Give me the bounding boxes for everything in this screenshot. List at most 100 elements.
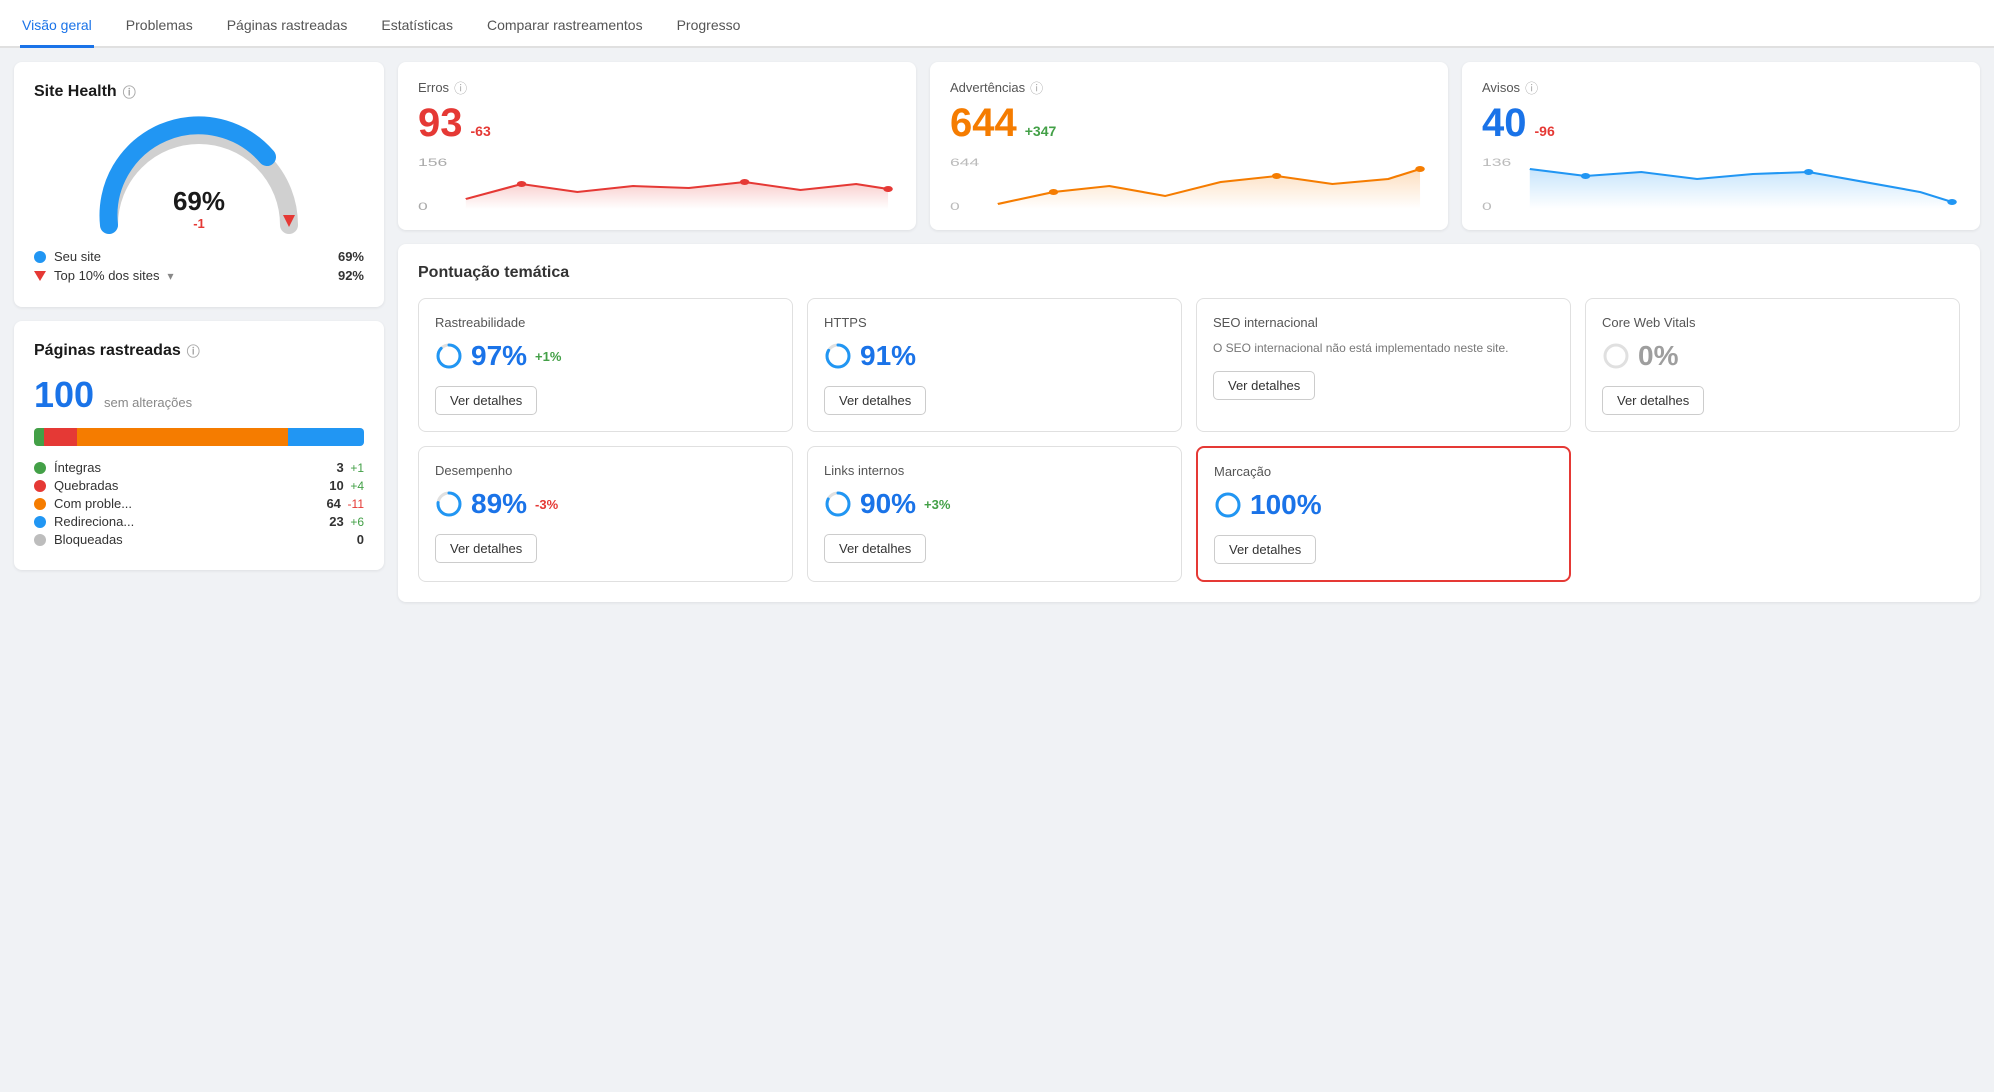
erros-sparkline: 156 0 (418, 154, 896, 214)
marcacao-title: Marcação (1214, 464, 1553, 479)
avisos-info-icon[interactable]: ⓘ (1525, 78, 1538, 97)
svg-text:69%: 69% (173, 186, 225, 216)
svg-text:0: 0 (950, 201, 960, 213)
metric-erros: Erros ⓘ 93 -63 156 0 (398, 62, 916, 230)
pages-count: 100 (34, 374, 94, 415)
pages-crawled-title: Páginas rastreadas ⓘ (34, 341, 364, 360)
main-content: Site Health ⓘ 69% -1 (0, 48, 1994, 616)
pages-bar (34, 428, 364, 446)
dot-seu-site (34, 251, 46, 263)
theme-card-marcacao: Marcação 100% Ver detalhes (1196, 446, 1571, 582)
rastreabilidade-details-btn[interactable]: Ver detalhes (435, 386, 537, 415)
avisos-delta: -96 (1535, 123, 1555, 139)
theme-card-core-web-vitals: Core Web Vitals 0% Ver detalhes (1585, 298, 1960, 432)
stat-redirecionadas: Redireciona... 23 +6 (34, 514, 364, 529)
avisos-value: 40 (1482, 101, 1527, 146)
desempenho-score-row: 89% -3% (435, 488, 776, 520)
theme-card-desempenho: Desempenho 89% -3% Ver detalhes (418, 446, 793, 582)
stat-integras: Íntegras 3 +1 (34, 460, 364, 475)
marcacao-details-btn[interactable]: Ver detalhes (1214, 535, 1316, 564)
theme-card-https: HTTPS 91% Ver detalhes (807, 298, 1182, 432)
rastreabilidade-title: Rastreabilidade (435, 315, 776, 330)
thematic-section: Pontuação temática Rastreabilidade 97% +… (398, 244, 1980, 602)
svg-text:0: 0 (1482, 201, 1492, 213)
nav-problemas[interactable]: Problemas (124, 5, 195, 48)
avisos-value-row: 40 -96 (1482, 101, 1960, 146)
links-int-details-btn[interactable]: Ver detalhes (824, 534, 926, 563)
adv-delta: +347 (1025, 123, 1057, 139)
stat-com-problemas: Com proble... 64 -11 (34, 496, 364, 511)
adv-info-icon[interactable]: ⓘ (1030, 78, 1043, 97)
cwv-score-row: 0% (1602, 340, 1943, 372)
pages-count-row: 100 sem alterações (34, 374, 364, 416)
theme-card-seo-internacional: SEO internacional O SEO internacional nã… (1196, 298, 1571, 432)
desempenho-delta: -3% (535, 497, 558, 512)
https-circle-icon (824, 342, 852, 370)
links-int-score-row: 90% +3% (824, 488, 1165, 520)
https-title: HTTPS (824, 315, 1165, 330)
cwv-title: Core Web Vitals (1602, 315, 1943, 330)
site-health-title: Site Health ⓘ (34, 82, 364, 101)
pages-crawled-card: Páginas rastreadas ⓘ 100 sem alterações … (14, 321, 384, 570)
seo-int-desc: O SEO internacional não está implementad… (1213, 340, 1554, 357)
nav-progresso[interactable]: Progresso (675, 5, 743, 48)
dot-redirecionadas (34, 516, 46, 528)
avisos-sparkline: 136 0 (1482, 154, 1960, 214)
https-pct: 91% (860, 340, 916, 372)
theme-card-links-internos: Links internos 90% +3% Ver detalhes (807, 446, 1182, 582)
links-int-delta: +3% (924, 497, 950, 512)
dot-com-problemas (34, 498, 46, 510)
site-health-card: Site Health ⓘ 69% -1 (14, 62, 384, 307)
marcacao-pct: 100% (1250, 489, 1322, 521)
rastreabilidade-score-row: 97% +1% (435, 340, 776, 372)
nav-comparar-rastreamentos[interactable]: Comparar rastreamentos (485, 5, 645, 48)
site-health-info-icon[interactable]: ⓘ (123, 82, 136, 101)
marcacao-score-row: 100% (1214, 489, 1553, 521)
seo-int-title: SEO internacional (1213, 315, 1554, 330)
pages-count-label: sem alterações (104, 395, 192, 410)
nav-visao-geral[interactable]: Visão geral (20, 5, 94, 48)
links-int-circle-icon (824, 490, 852, 518)
erros-value: 93 (418, 101, 463, 146)
nav-paginas-rastreadas[interactable]: Páginas rastreadas (225, 5, 350, 48)
svg-text:644: 644 (950, 157, 979, 169)
svg-text:156: 156 (418, 157, 447, 169)
desempenho-details-btn[interactable]: Ver detalhes (435, 534, 537, 563)
dot-quebradas (34, 480, 46, 492)
desempenho-circle-icon (435, 490, 463, 518)
desempenho-pct: 89% (471, 488, 527, 520)
svg-text:136: 136 (1482, 157, 1511, 169)
https-details-btn[interactable]: Ver detalhes (824, 386, 926, 415)
erros-delta: -63 (471, 123, 491, 139)
adv-value-row: 644 +347 (950, 101, 1428, 146)
metric-avisos: Avisos ⓘ 40 -96 136 0 (1462, 62, 1980, 230)
cwv-pct: 0% (1638, 340, 1678, 372)
https-score-row: 91% (824, 340, 1165, 372)
stat-bloqueadas: Bloqueadas 0 (34, 532, 364, 547)
bar-quebradas (44, 428, 77, 446)
nav-estatisticas[interactable]: Estatísticas (379, 5, 455, 48)
cwv-details-btn[interactable]: Ver detalhes (1602, 386, 1704, 415)
rastreabilidade-pct: 97% (471, 340, 527, 372)
pages-crawled-info-icon[interactable]: ⓘ (187, 341, 200, 360)
bar-com-problemas (77, 428, 288, 446)
cwv-circle-icon (1602, 342, 1630, 370)
metric-adv-label: Advertências ⓘ (950, 78, 1428, 97)
right-column: Erros ⓘ 93 -63 156 0 (398, 62, 1980, 602)
adv-value: 644 (950, 101, 1017, 146)
theme-card-rastreabilidade: Rastreabilidade 97% +1% Ver detalhes (418, 298, 793, 432)
erros-value-row: 93 -63 (418, 101, 896, 146)
thematic-title: Pontuação temática (418, 264, 1960, 282)
links-int-pct: 90% (860, 488, 916, 520)
erros-info-icon[interactable]: ⓘ (454, 78, 467, 97)
bar-redirecionadas (288, 428, 364, 446)
svg-text:0: 0 (418, 201, 428, 213)
metric-erros-label: Erros ⓘ (418, 78, 896, 97)
desempenho-title: Desempenho (435, 463, 776, 478)
seo-int-details-btn[interactable]: Ver detalhes (1213, 371, 1315, 400)
legend-seu-site: Seu site 69% (34, 249, 364, 264)
metric-advertencias: Advertências ⓘ 644 +347 644 0 (930, 62, 1448, 230)
left-column: Site Health ⓘ 69% -1 (14, 62, 384, 602)
rastreabilidade-delta: +1% (535, 349, 561, 364)
gauge-svg: 69% -1 (89, 115, 309, 235)
